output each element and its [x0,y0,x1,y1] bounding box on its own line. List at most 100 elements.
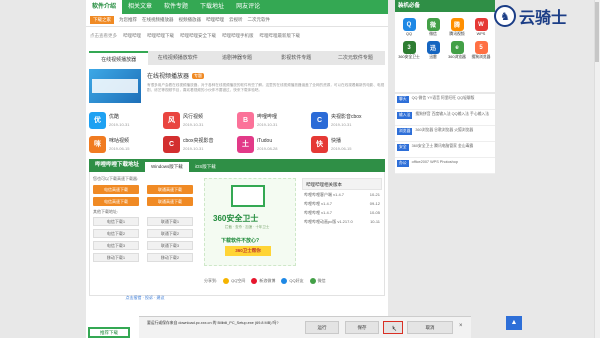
download-link-button[interactable]: 联通下载2 [147,229,193,238]
share-name[interactable]: 新浪微博 [259,278,275,283]
category-tag[interactable]: 聊天 [397,96,409,103]
download-link-button[interactable]: 联通下载1 [147,217,193,226]
share-item[interactable]: QQ好友 [281,278,304,284]
share-item[interactable]: 微信 [309,278,326,284]
recommend-link[interactable]: 视频播放器 [179,17,202,23]
download-link-button[interactable]: 移动下载2 [147,253,193,262]
tab-software-topics[interactable]: 软件专题 [158,0,194,14]
download-link-button[interactable]: 联通下载3 [147,241,193,250]
essential-app[interactable]: Q QQ [397,18,421,37]
recommend-link[interactable]: 云视听 [229,17,243,23]
essential-app-name[interactable]: 搜狗浏览器 [472,55,491,60]
app-item[interactable]: B 哔哩哔哩 2019-10-31 [237,111,311,129]
scrollbar-thumb[interactable] [595,2,599,62]
related-name[interactable]: 哔哩哔哩 v1.4.7 [304,208,332,217]
share-name[interactable]: QQ好友 [289,278,303,283]
topic-tab[interactable]: 在线视频播放器 [89,51,149,65]
app-item[interactable]: 土 iTudou 2019-08-28 [237,135,311,153]
category-tag[interactable]: 安全 [397,144,409,151]
related-row[interactable]: 哔哩哔哩动画pc版 v1.217.0 10-11 [302,217,382,226]
tab-related-articles[interactable]: 相关文章 [122,0,158,14]
app-icon[interactable]: 土 [237,135,254,153]
essential-app-name[interactable]: 微信 [429,32,437,37]
app-item[interactable]: 风风行视频 2019-10-31 [163,111,237,129]
related-row[interactable]: 哔哩哔哩客户端 v1.4.7 10-21 [302,190,382,199]
app-item[interactable]: 优优酷 2019-10-31 [89,111,163,129]
related-name[interactable]: 哔哩哔哩 v1.4.7 [304,199,332,208]
category-tag[interactable]: 浏览器 [397,128,413,135]
ad-cta-button[interactable]: 360卫士帮你 [225,246,271,256]
download-link-button[interactable]: 移动下载1 [93,253,139,262]
related-row[interactable]: 哔哩哔哩 v1.4.7 09-12 [302,199,382,208]
category-links[interactable]: 搜狗拼音 百度输入法 QQ输入法 手心输入法 [415,112,489,117]
app-name[interactable]: iTudou [257,138,277,144]
essential-app-name[interactable]: WPS [477,32,486,36]
essential-app-icon[interactable]: 迅 [426,41,440,54]
app-name[interactable]: 快播 [331,137,351,144]
app-icon[interactable]: C [311,111,328,129]
essential-app-icon[interactable]: W [474,18,488,31]
back-to-top-button[interactable]: ▲ [506,316,522,330]
essential-app-name[interactable]: 腾讯视频 [449,32,464,37]
tag-link[interactable]: 哔哩哔哩手机版 [222,33,254,39]
app-item[interactable]: 快快播 2019-06-15 [311,135,385,153]
tab-windows-download[interactable]: Windows版下载 [145,162,189,172]
share-name[interactable]: 微信 [318,278,326,283]
page-scrollbar[interactable] [594,0,600,338]
share-name[interactable]: QQ空间 [231,278,245,283]
essential-app-name[interactable]: 迅雷 [429,55,437,60]
topic-tab[interactable]: 影视软件专题 [267,51,326,65]
essential-app-icon[interactable]: 微 [426,18,440,31]
app-name[interactable]: 咪咕视频 [109,137,129,144]
essential-app[interactable]: 腾腾讯视频 [445,18,469,37]
category-tag[interactable]: 办公 [397,160,409,167]
app-name[interactable]: 哔哩哔哩 [257,113,277,120]
essential-app-icon[interactable]: Q [402,18,416,31]
app-icon[interactable]: C [163,135,180,153]
essential-app[interactable]: e 360浏览器 [445,41,469,60]
close-icon[interactable]: × [459,323,463,329]
app-icon[interactable]: 快 [311,135,328,153]
topic-tab[interactable]: 在线视频播放软件 [148,51,207,65]
essential-app-icon[interactable]: e [450,41,464,54]
recommend-link[interactable]: 二次元软件 [248,17,271,23]
essential-app-name[interactable]: QQ [406,32,412,36]
category-tag[interactable]: 输入法 [397,112,413,119]
category-links[interactable]: 360浏览器 谷歌浏览器 火狐浏览器 [415,128,473,133]
essential-app[interactable]: 迅迅雷 [421,41,445,60]
fast-download-button[interactable]: 电信高速下载 [93,185,139,194]
app-name[interactable]: 风行视频 [183,113,203,120]
recommend-link[interactable]: 在线视频播放器 [142,17,174,23]
share-item[interactable]: 新浪微博 [251,278,275,284]
related-name[interactable]: 哔哩哔哩动画pc版 v1.217.0 [304,217,353,226]
app-icon[interactable]: 咪 [89,135,106,153]
essential-app-name[interactable]: 360浏览器 [448,55,466,60]
topic-title[interactable]: 在线视频播放器 [147,71,189,80]
app-name[interactable]: 优酷 [109,113,129,120]
tab-software-intro[interactable]: 软件介绍 [86,0,123,14]
cancel-button[interactable]: 取消 [407,321,453,334]
topic-tab[interactable]: 追剧神器专题 [207,51,266,65]
essential-app-icon[interactable]: 3 [402,41,416,54]
topic-tab[interactable]: 二次元软件专题 [326,51,385,65]
recommend-link[interactable]: 哔哩哔哩 [206,17,224,23]
tab-ios-download[interactable]: iOS版下载 [189,162,222,172]
essential-app-icon[interactable]: 5 [474,41,488,54]
category-links[interactable]: QQ 微信 YY语音 阿里旺旺 QQ轻聊版 [412,96,475,101]
essential-app[interactable]: 5 搜狗浏览器 [469,41,493,60]
tag-link[interactable]: 哔哩哔哩安全下载 [180,33,216,39]
related-name[interactable]: 哔哩哔哩客户端 v1.4.7 [304,190,344,199]
app-name[interactable]: cbox央视影音 [183,137,214,144]
essential-app-name[interactable]: 360安全卫士 [398,55,420,60]
fast-download-button[interactable]: 联通高速下载 [147,185,193,194]
tab-user-comments[interactable]: 网友评论 [230,0,266,14]
tag-link[interactable]: 哔哩哔哩 [123,33,141,39]
share-item[interactable]: QQ空间 [223,278,245,284]
essential-app-icon[interactable]: 腾 [450,18,464,31]
app-item[interactable]: Ccbox央视影音 2019-10-31 [163,135,237,153]
download-link-button[interactable]: 电信下载3 [93,241,139,250]
app-item[interactable]: C 央视影音cbox 2019-10-31 [311,111,385,129]
security-ad[interactable]: 360安全卫士 拦截 · 查杀 · 加速 · 十年卫士 下载软件不放心? 360… [204,178,296,266]
save-button[interactable]: 保存 [345,321,379,334]
recommend-badge[interactable]: 推荐下载 [88,327,130,338]
